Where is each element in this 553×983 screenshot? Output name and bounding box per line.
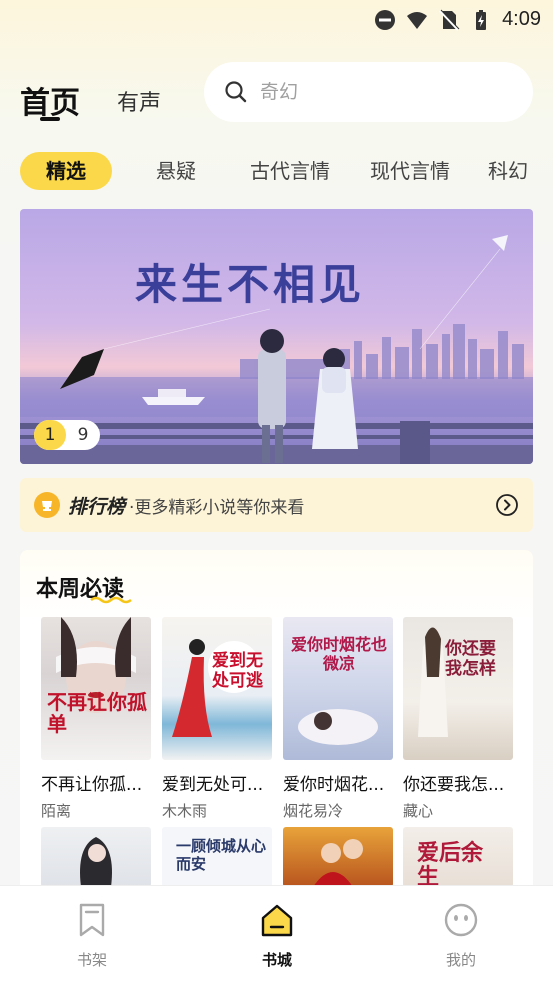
- tab-home-indicator: [40, 117, 60, 121]
- header: 首页 有声: [20, 60, 533, 124]
- nav-profile[interactable]: 我的: [421, 902, 501, 970]
- book-cover[interactable]: 爱你时烟花也微凉: [283, 617, 393, 760]
- banner-title: 来生不相见: [134, 260, 365, 309]
- book-card[interactable]: 爱后余生: [403, 827, 513, 887]
- ranking-bar[interactable]: 排行榜 ·更多精彩小说等你来看: [20, 478, 533, 532]
- search-icon: [225, 81, 247, 103]
- do-not-disturb-icon: [375, 9, 396, 30]
- book-card[interactable]: [283, 827, 393, 887]
- book-cover[interactable]: [283, 827, 393, 887]
- category-tab-featured[interactable]: 精选: [20, 152, 112, 190]
- category-tab-modern-romance[interactable]: 现代言情: [370, 152, 450, 190]
- ranking-subtitle: ·更多精彩小说等你来看: [129, 497, 305, 518]
- trophy-icon: [34, 492, 60, 518]
- nav-bookstore[interactable]: 书城: [237, 902, 317, 970]
- cover-title: 爱到无处可逃: [212, 651, 263, 691]
- book-card[interactable]: 不再让你孤单 不再让你孤... 陌离: [41, 617, 151, 821]
- banner-pager: 1 9: [34, 420, 100, 450]
- bookmark-icon: [79, 903, 105, 937]
- chevron-right-circle-icon[interactable]: [495, 493, 519, 517]
- book-author: 烟花易冷: [283, 802, 344, 820]
- banner-carousel[interactable]: 来生不相见 1 9: [20, 209, 533, 464]
- search-box[interactable]: [204, 62, 533, 122]
- book-title[interactable]: 爱到无处可...: [162, 770, 272, 795]
- book-card[interactable]: [41, 827, 151, 887]
- status-time: 4:09: [502, 8, 541, 30]
- cover-title: 一顾倾城从心而安: [176, 837, 267, 873]
- bottom-navigation: 书架 书城 我的: [0, 885, 553, 983]
- nav-label: 我的: [445, 951, 476, 969]
- title-squiggle-decoration: [90, 596, 132, 604]
- book-cover[interactable]: 不再让你孤单: [41, 617, 151, 760]
- category-tabs: 精选 悬疑 古代言情 现代言情 科幻: [20, 152, 553, 192]
- cover-title: 爱你时烟花也微凉: [290, 635, 387, 673]
- pager-total: 9: [77, 425, 89, 445]
- pager-current: 1: [34, 420, 66, 450]
- face-icon: [444, 903, 478, 937]
- cover-title: 不再让你孤单: [47, 690, 147, 736]
- ranking-title: 排行榜: [68, 495, 126, 518]
- book-title[interactable]: 你还要我怎...: [403, 770, 513, 795]
- wifi-icon: [407, 11, 428, 29]
- battery-charging-icon: [476, 9, 487, 30]
- book-cover[interactable]: 你还要我怎样: [403, 617, 513, 760]
- book-author: 木木雨: [162, 802, 208, 820]
- nav-bookshelf[interactable]: 书架: [52, 902, 132, 970]
- book-title[interactable]: 爱你时烟花...: [283, 770, 393, 795]
- nav-label: 书架: [76, 951, 107, 969]
- cover-title: 你还要我怎样: [445, 639, 496, 679]
- weekly-must-read-section: 本周必读 不再让你孤单 不再让你孤... 陌离 爱到无处可逃 爱到无处可... …: [20, 550, 533, 910]
- book-cover[interactable]: 一顾倾城从心而安: [162, 827, 272, 887]
- tab-home[interactable]: 首页: [20, 78, 80, 122]
- book-card[interactable]: 你还要我怎样 你还要我怎... 藏心: [403, 617, 513, 821]
- book-author: 藏心: [403, 802, 434, 820]
- book-cover[interactable]: 爱到无处可逃: [162, 617, 272, 760]
- no-sim-icon: [439, 9, 460, 31]
- book-card[interactable]: 一顾倾城从心而安: [162, 827, 272, 887]
- book-card[interactable]: 爱你时烟花也微凉 爱你时烟花... 烟花易冷: [283, 617, 393, 821]
- book-title[interactable]: 不再让你孤...: [41, 770, 151, 795]
- category-tab-scifi[interactable]: 科幻: [488, 152, 528, 190]
- search-input[interactable]: [260, 81, 500, 103]
- book-card[interactable]: 爱到无处可逃 爱到无处可... 木木雨: [162, 617, 272, 821]
- tab-audio[interactable]: 有声: [117, 85, 161, 117]
- category-tab-ancient-romance[interactable]: 古代言情: [250, 152, 330, 190]
- book-author: 陌离: [41, 802, 72, 820]
- store-icon: [261, 904, 293, 937]
- book-cover[interactable]: [41, 827, 151, 887]
- nav-label: 书城: [261, 951, 292, 969]
- book-cover[interactable]: 爱后余生: [403, 827, 513, 887]
- cover-title: 爱后余生: [417, 840, 484, 887]
- category-tab-suspense[interactable]: 悬疑: [156, 152, 196, 190]
- status-bar: 4:09: [0, 0, 553, 38]
